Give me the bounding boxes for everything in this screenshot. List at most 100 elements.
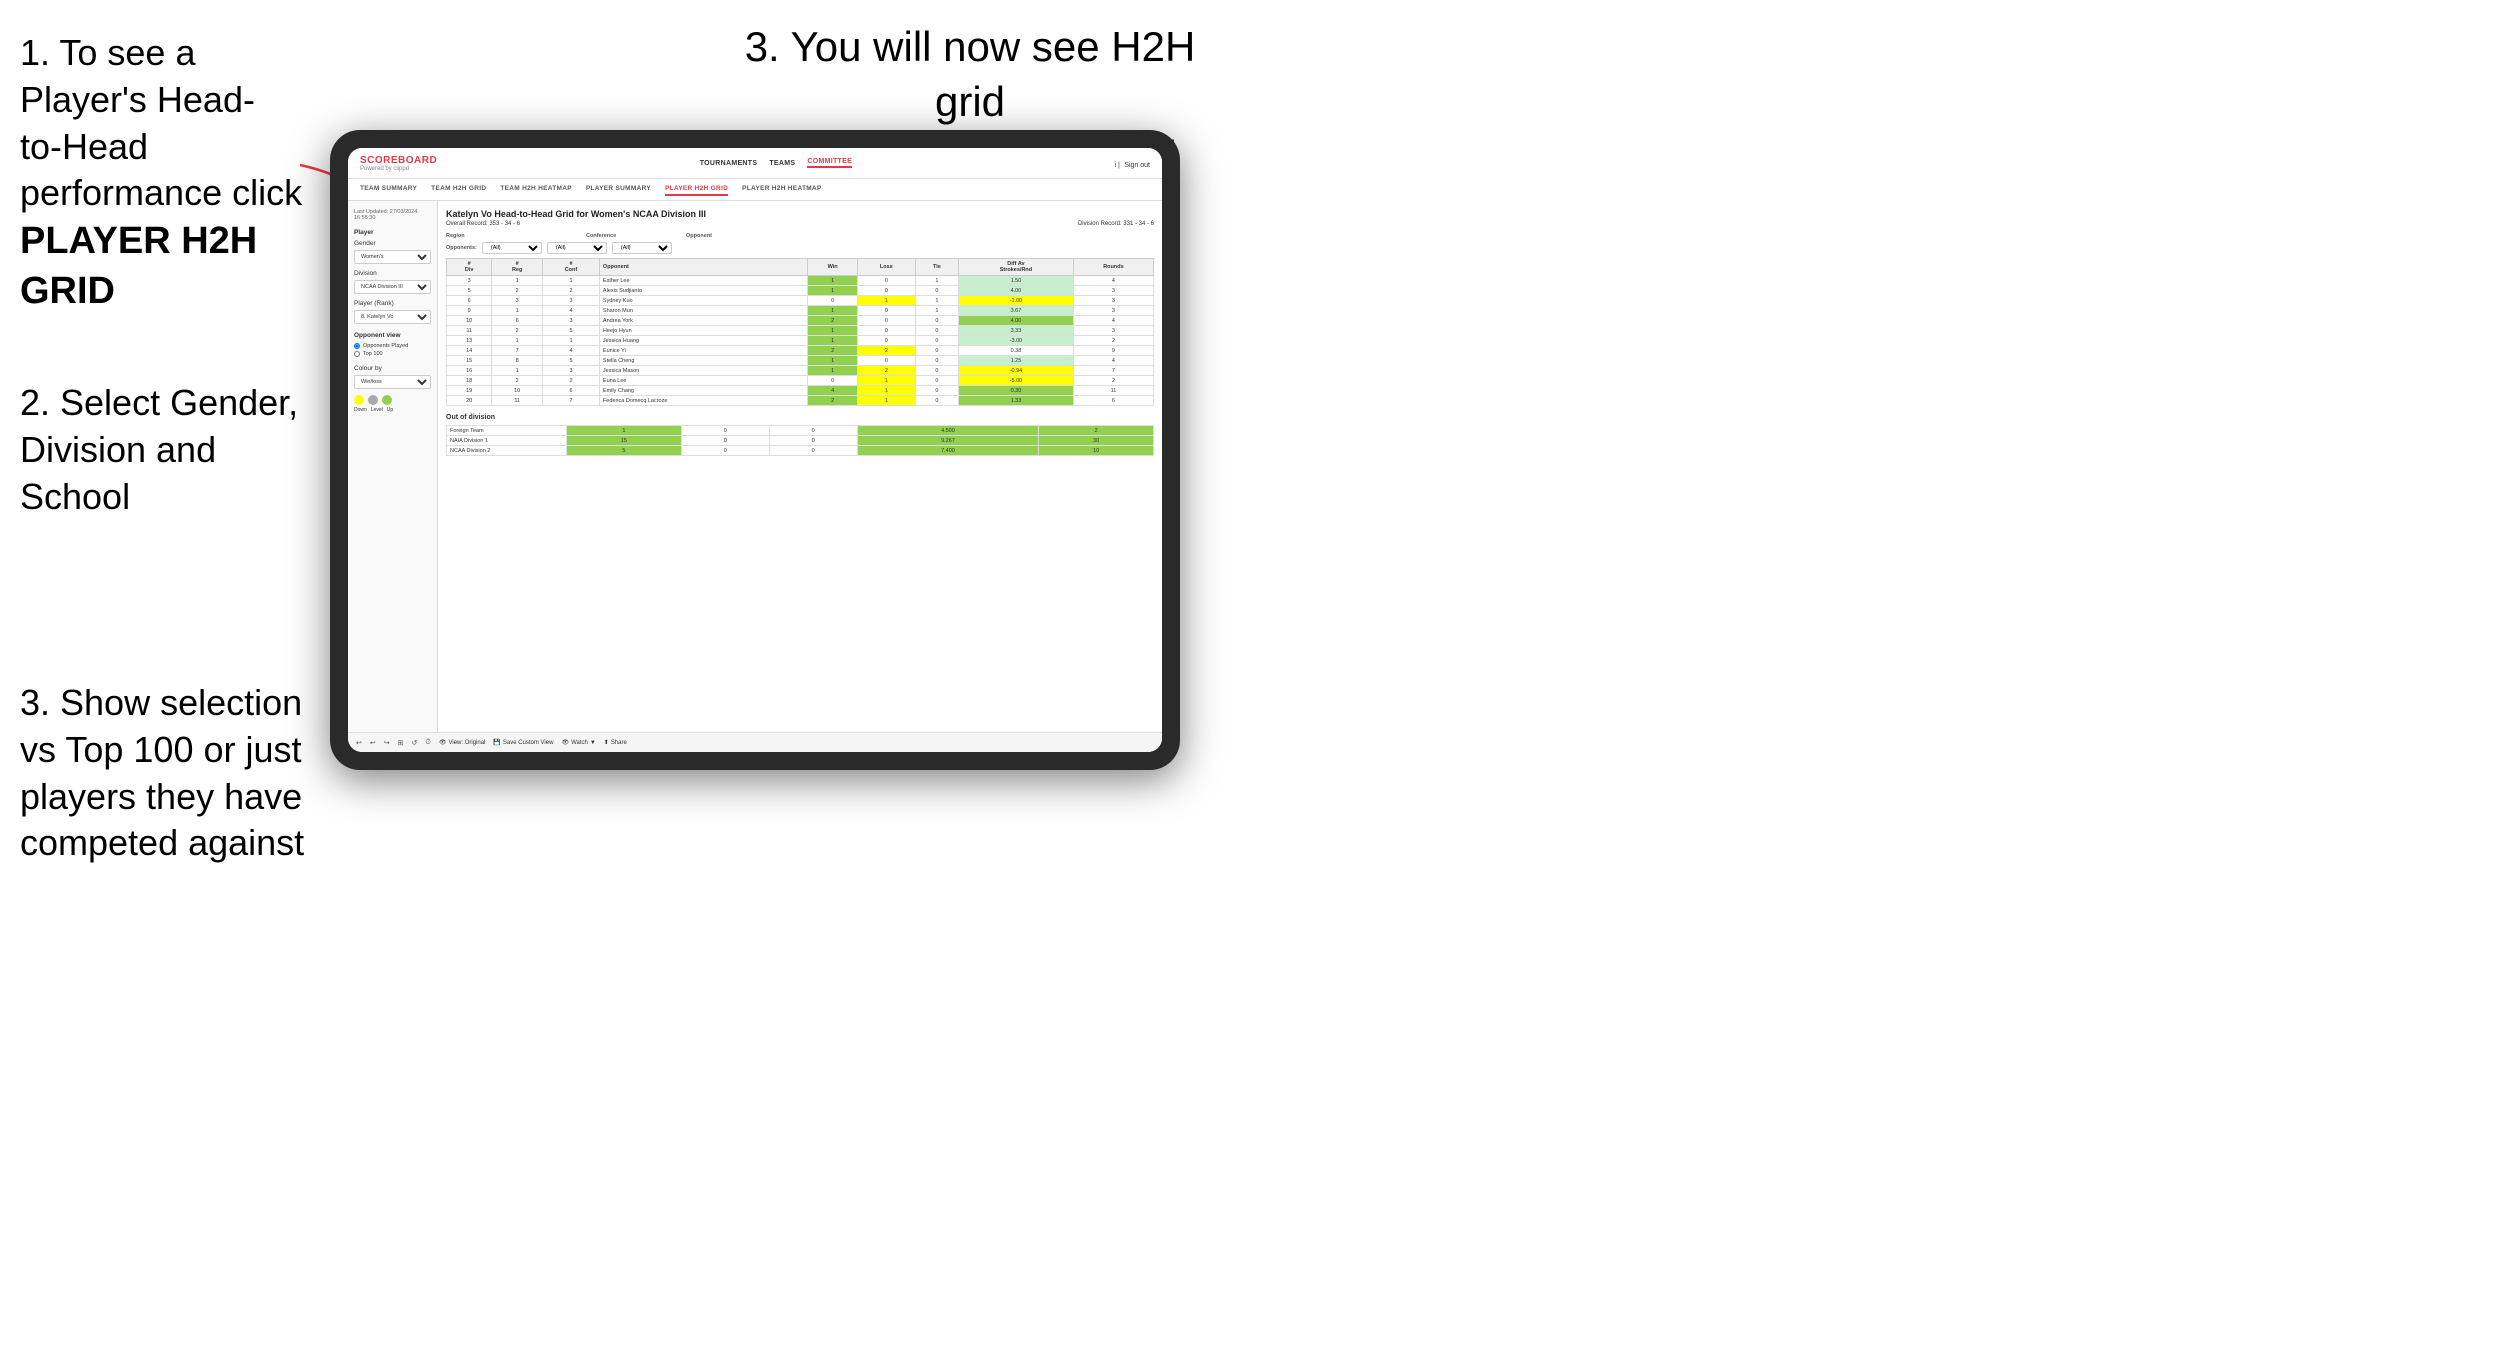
colour-by-select[interactable]: Win/loss	[354, 375, 431, 389]
cell-loss: 2	[857, 346, 915, 356]
sidebar-colour-section: Colour by Win/loss Down Level Up	[354, 365, 431, 413]
cell-win: 1	[808, 336, 858, 346]
table-body: 3 1 1 Esther Lee 1 0 1 1.50 4 5 2 2 Alex…	[447, 276, 1154, 406]
cell-diff: 1.33	[959, 396, 1074, 406]
undo2-icon[interactable]: ↩	[370, 739, 376, 747]
cell-loss: 1	[857, 296, 915, 306]
cell-team: NCAA Division 2	[447, 446, 567, 456]
cell-diff: -5.00	[959, 376, 1074, 386]
sidebar-opponent-section: Opponent view Opponents Played Top 100	[354, 332, 431, 357]
subnav-team-h2h-heatmap[interactable]: TEAM H2H HEATMAP	[500, 183, 572, 196]
radio-opponents-played[interactable]: Opponents Played	[354, 343, 431, 349]
player-rank-select[interactable]: 8. Katelyn Vo	[354, 310, 431, 324]
cell-diff: 3.67	[959, 306, 1074, 316]
cell-conf: 3	[543, 366, 600, 376]
cell-tie: 0	[915, 366, 958, 376]
out-of-division-table: Foreign Team 1 0 0 4.500 2 NAIA Division…	[446, 425, 1154, 456]
conference-filter[interactable]: (All)	[547, 242, 607, 254]
cell-reg: 1	[492, 366, 543, 376]
subnav-team-summary[interactable]: TEAM SUMMARY	[360, 183, 417, 196]
cell-tie: 0	[915, 316, 958, 326]
redo-icon[interactable]: ↪	[384, 739, 390, 747]
cell-win: 2	[808, 396, 858, 406]
watch-btn[interactable]: 👁 Watch ▼	[561, 739, 595, 746]
filter-labels-row: Region Conference Opponent	[446, 233, 1154, 239]
clock-icon[interactable]: ⏱	[425, 739, 430, 747]
save-icon: 💾	[493, 739, 500, 746]
main-content: Last Updated: 27/03/2024 16:55:30 Player…	[348, 201, 1162, 752]
cell-loss: 0	[857, 306, 915, 316]
subnav-player-summary[interactable]: PLAYER SUMMARY	[586, 183, 651, 196]
undo-icon[interactable]: ↩	[356, 739, 362, 747]
cell-loss: 2	[857, 366, 915, 376]
cell-div: 19	[447, 386, 492, 396]
opponent-filter[interactable]: (All)	[612, 242, 672, 254]
grid-icon[interactable]: ⊞	[398, 739, 404, 747]
cell-reg: 3	[492, 296, 543, 306]
page-title: Katelyn Vo Head-to-Head Grid for Women's…	[446, 209, 1154, 219]
cell-opponent: Esther Lee	[599, 276, 807, 286]
cell-div: 11	[447, 326, 492, 336]
radio-top100[interactable]: Top 100	[354, 351, 431, 357]
cell-loss: 1	[857, 386, 915, 396]
cell-reg: 2	[492, 286, 543, 296]
cell-diff: 9.267	[857, 436, 1039, 446]
division-select[interactable]: NCAA Division III	[354, 280, 431, 294]
table-header-row: #Div #Reg #Conf Opponent Win Loss Tie Di…	[447, 259, 1154, 276]
content-area: Katelyn Vo Head-to-Head Grid for Women's…	[438, 201, 1162, 752]
cell-diff: 4.00	[959, 316, 1074, 326]
cell-opponent: Emily Chang	[599, 386, 807, 396]
cell-reg: 6	[492, 316, 543, 326]
cell-reg: 8	[492, 356, 543, 366]
col-reg: #Reg	[492, 259, 543, 276]
cell-loss: 0	[857, 316, 915, 326]
table-row: 5 2 2 Alexis Sudjianto 1 0 0 4.00 3	[447, 286, 1154, 296]
cell-reg: 1	[492, 276, 543, 286]
nav-items: TOURNAMENTS TEAMS COMMITTEE	[700, 158, 852, 168]
cell-diff: 0.38	[959, 346, 1074, 356]
region-filter[interactable]: (All)	[482, 242, 542, 254]
subnav-team-h2h-grid[interactable]: TEAM H2H GRID	[431, 183, 486, 196]
colour-legend	[354, 395, 431, 405]
nav-committee[interactable]: COMMITTEE	[807, 158, 852, 168]
watch-icon: 👁	[561, 739, 569, 746]
cell-rounds: 2	[1073, 376, 1153, 386]
cell-tie: 0	[769, 446, 857, 456]
cell-opponent: Andrea York	[599, 316, 807, 326]
cell-rounds: 4	[1073, 356, 1153, 366]
filter-selects-row: Opponents: (All) (All) (All)	[446, 242, 1154, 254]
nav-teams[interactable]: TEAMS	[769, 160, 795, 167]
cell-opponent: Eunice Yi	[599, 346, 807, 356]
subnav-player-h2h-grid[interactable]: PLAYER H2H GRID	[665, 183, 728, 196]
save-custom-view-btn[interactable]: 💾 Save Custom View	[493, 739, 553, 746]
cell-conf: 5	[543, 356, 600, 366]
cell-opponent: Jessica Huang	[599, 336, 807, 346]
cell-tie: 0	[915, 336, 958, 346]
cell-win: 1	[808, 356, 858, 366]
col-diff: Diff AvStrokes/Rnd	[959, 259, 1074, 276]
col-conf: #Conf	[543, 259, 600, 276]
subnav-player-h2h-heatmap[interactable]: PLAYER H2H HEATMAP	[742, 183, 821, 196]
cell-win: 1	[808, 286, 858, 296]
cell-conf: 7	[543, 396, 600, 406]
cell-win: 0	[808, 296, 858, 306]
sign-out[interactable]: i | Sign out	[1115, 154, 1150, 172]
eye-icon: 👁	[439, 739, 447, 746]
table-row: 13 1 1 Jessica Huang 1 0 0 -3.00 2	[447, 336, 1154, 346]
cell-tie: 0	[769, 436, 857, 446]
cell-div: 13	[447, 336, 492, 346]
cell-tie: 0	[915, 356, 958, 366]
table-row: 10 6 3 Andrea York 2 0 0 4.00 4	[447, 316, 1154, 326]
share-btn[interactable]: ⬆ Share	[604, 739, 627, 746]
view-original-btn[interactable]: 👁 View: Original	[439, 739, 486, 746]
cell-rounds: 4	[1073, 276, 1153, 286]
cell-conf: 3	[543, 296, 600, 306]
cell-conf: 1	[543, 336, 600, 346]
cell-tie: 1	[915, 306, 958, 316]
cell-opponent: Jessica Mason	[599, 366, 807, 376]
refresh-icon[interactable]: ↺	[412, 739, 418, 747]
cell-rounds: 7	[1073, 366, 1153, 376]
cell-loss: 0	[857, 356, 915, 366]
nav-tournaments[interactable]: TOURNAMENTS	[700, 160, 758, 167]
gender-select[interactable]: Women's	[354, 250, 431, 264]
